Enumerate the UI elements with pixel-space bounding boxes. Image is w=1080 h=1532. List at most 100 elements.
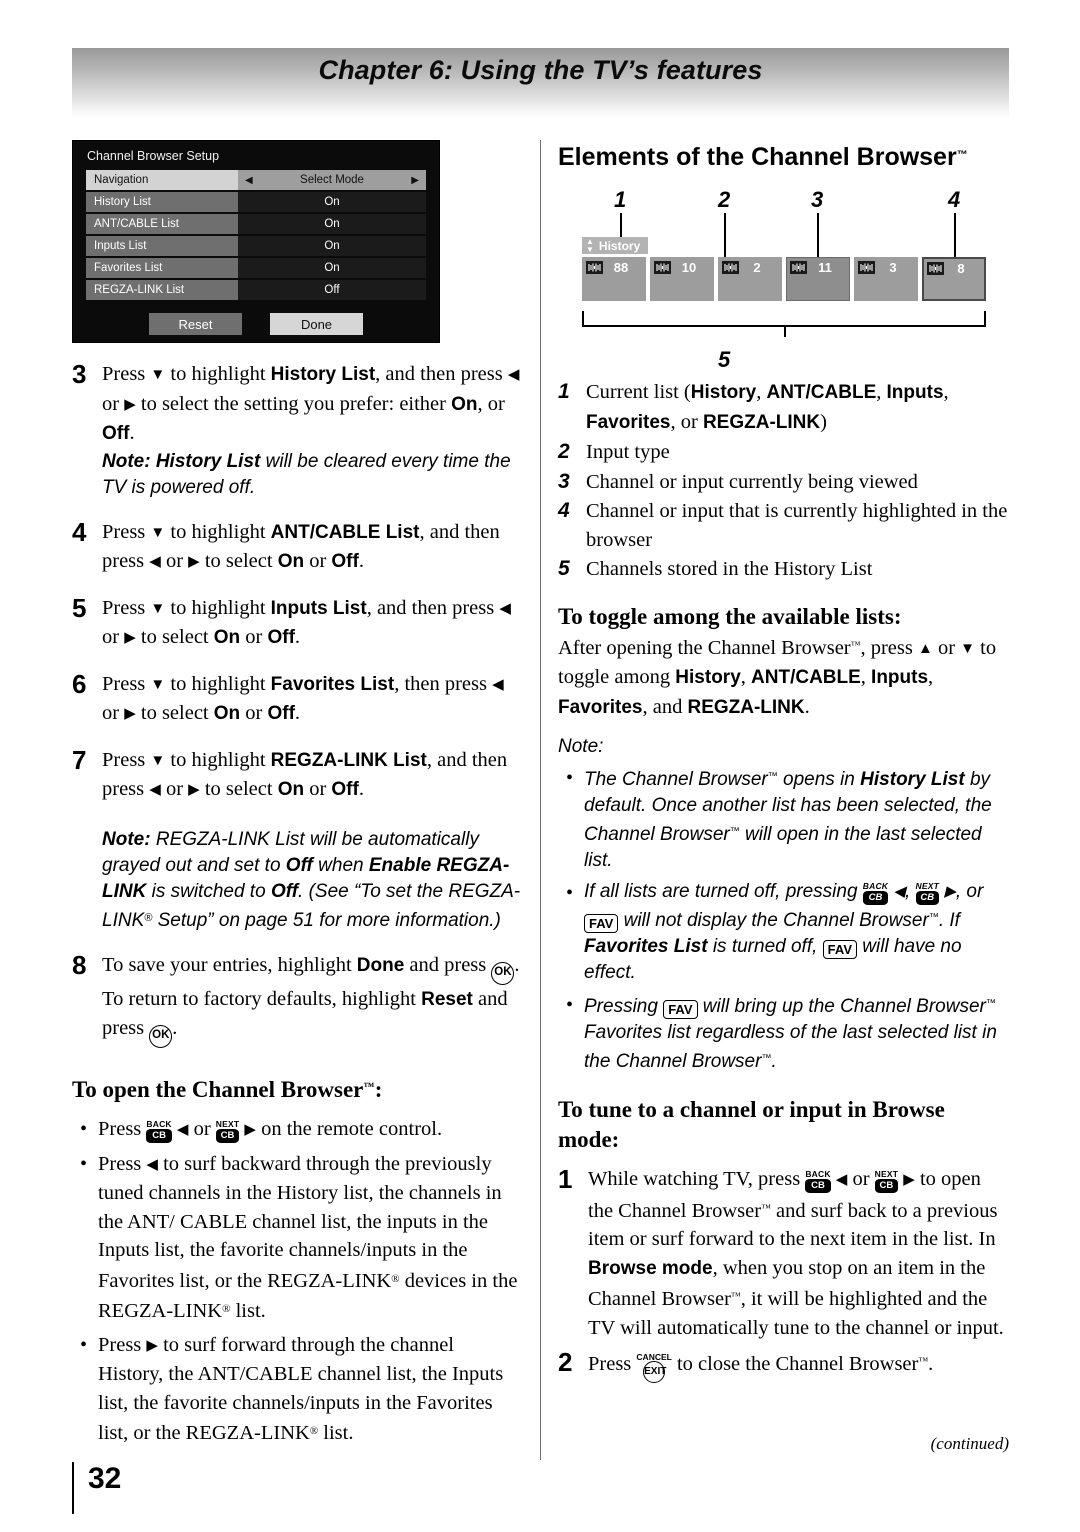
osd-value-text: Select Mode [300, 174, 364, 186]
list-item: • Press ▶ to surf forward through the ch… [72, 1331, 524, 1448]
osd-title: Channel Browser Setup [87, 149, 220, 163]
osd-row-ant-cable-list[interactable]: ANT/CABLE List On [86, 214, 426, 234]
element-number: 5 [558, 557, 570, 580]
bullet-icon: • [566, 994, 574, 1016]
trademark-icon: ™ [363, 1081, 375, 1093]
osd-row-navigation[interactable]: Navigation ◀ Select Mode ▶ [86, 170, 426, 190]
history-list-brace [582, 311, 986, 337]
osd-row-inputs-list[interactable]: Inputs List On [86, 236, 426, 256]
step-text: Press ▼ to highlight Favorites List, the… [102, 672, 504, 725]
left-arrow-icon[interactable]: ◀ [245, 175, 253, 186]
element-text: Current list (History, ANT/CABLE, Inputs… [586, 381, 949, 433]
trademark-icon: ™ [956, 149, 969, 161]
osd-label: ANT/CABLE List [86, 214, 238, 234]
channel-tile-currently-viewed[interactable]: 11 [786, 257, 850, 301]
heading-text: To open the Channel Browser [72, 1077, 364, 1102]
bullet-icon: • [80, 1333, 88, 1356]
brace-center-stem [784, 325, 786, 337]
list-item: • The Channel Browser™ opens in History … [558, 764, 1010, 874]
osd-value[interactable]: On [238, 192, 426, 212]
element-number: 3 [558, 469, 570, 493]
list-item: • If all lists are turned off, pressing … [558, 879, 1010, 986]
bullet-text: Press ▶ to surf forward through the chan… [98, 1333, 504, 1445]
osd-label: REGZA-LINK List [86, 280, 238, 300]
callout-4: 4 [948, 187, 961, 212]
step-text: Press CANCEL EXIT to close the Channel Br… [588, 1348, 1010, 1383]
callout-1: 1 [614, 187, 627, 212]
left-column: Channel Browser Setup Navigation ◀ Selec… [72, 140, 524, 1448]
callout-leader-3 [817, 213, 819, 261]
osd-label: Navigation [86, 170, 238, 190]
step-3: 3 Press ▼ to highlight History List, and… [72, 360, 524, 501]
osd-label: Inputs List [86, 236, 238, 256]
channel-browser-setup-screenshot: Channel Browser Setup Navigation ◀ Selec… [72, 140, 440, 343]
step-number: 2 [558, 1347, 573, 1377]
callout-2: 2 [718, 187, 731, 212]
step-text: Press ▼ to highlight ANT/CABLE List, and… [102, 520, 500, 573]
list-item: • Pressing FAV will bring up the Channel… [558, 991, 1010, 1075]
tune-step-2: 2 Press CANCEL EXIT to close the Channel … [558, 1348, 1010, 1383]
channel-tile[interactable]: 3 [854, 257, 918, 301]
element-5: 5 Channels stored in the History List [558, 555, 1010, 584]
tune-browse-mode-heading: To tune to a channel or input in Browse … [558, 1097, 945, 1152]
continued-label: (continued) [930, 1434, 1009, 1453]
callout-leader-1 [620, 213, 622, 237]
osd-value[interactable]: On [238, 236, 426, 256]
done-button[interactable]: Done [270, 313, 363, 335]
brace-left-tick [582, 311, 584, 327]
channel-number: 11 [818, 260, 832, 275]
callout-3: 3 [811, 187, 824, 212]
channel-tile[interactable]: 10 [650, 257, 714, 301]
step-7: 7 Press ▼ to highlight REGZA-LINK List, … [72, 746, 524, 805]
callout-leader-2 [724, 213, 726, 261]
channel-tile-highlighted[interactable]: 8 [922, 257, 986, 301]
heading-text: Elements of the Channel Browser [558, 143, 957, 171]
step-text: To save your entries, highlight Done and… [102, 951, 524, 1048]
osd-value[interactable]: On [238, 258, 426, 278]
regza-link-note: Note: REGZA-LINK List will be automatica… [102, 828, 521, 931]
step-6: 6 Press ▼ to highlight Favorites List, t… [72, 670, 524, 729]
bullet-icon: • [80, 1152, 88, 1175]
heading-colon: : [374, 1077, 383, 1102]
elements-heading: Elements of the Channel Browser™ [558, 140, 1010, 173]
osd-row-history-list[interactable]: History List On [86, 192, 426, 212]
tune-step-1: 1 While watching TV, press BACK CB ◀ or N… [558, 1165, 1010, 1342]
bullet-icon: • [566, 882, 574, 904]
element-4: 4 Channel or input that is currently hig… [558, 497, 1010, 554]
channel-tile[interactable]: 88 [582, 257, 646, 301]
element-number: 2 [558, 440, 570, 463]
element-text: Channel or input currently being viewed [586, 470, 918, 493]
callout-5: 5 [718, 347, 731, 372]
osd-label: History List [86, 192, 238, 212]
open-channel-browser-heading: To open the Channel Browser™: [72, 1072, 524, 1105]
channel-tile-row: 88 10 2 11 3 8 [582, 257, 986, 301]
element-number: 1 [558, 380, 570, 403]
step-text: Press ▼ to highlight History List, and t… [102, 360, 524, 501]
channel-number: 2 [753, 260, 761, 275]
step-number: 3 [72, 359, 87, 389]
osd-value[interactable]: On [238, 214, 426, 234]
right-arrow-icon[interactable]: ▶ [411, 175, 419, 186]
bullet-icon: • [566, 767, 574, 789]
bullet-icon: • [80, 1118, 88, 1140]
osd-row-regza-link-list[interactable]: REGZA-LINK List Off [86, 280, 426, 300]
element-3: 3 Channel or input currently being viewe… [558, 468, 1010, 497]
osd-row-list: Navigation ◀ Select Mode ▶ History List … [73, 170, 439, 335]
step-number: 8 [72, 949, 87, 980]
channel-tile[interactable]: 2 [718, 257, 782, 301]
reset-button[interactable]: Reset [149, 313, 242, 335]
toggle-lists-body: After opening the Channel Browser™, pres… [558, 636, 997, 718]
up-down-arrows-icon: ▲ ▼ [586, 236, 594, 254]
step-note: Note: History List will be cleared every… [102, 450, 511, 498]
osd-value[interactable]: ◀ Select Mode ▶ [238, 170, 426, 190]
step-number: 6 [72, 668, 87, 699]
element-1: 1 Current list (History, ANT/CABLE, Inpu… [558, 378, 1010, 437]
bullet-text: The Channel Browser™ opens in History Li… [584, 769, 992, 871]
osd-value[interactable]: Off [238, 280, 426, 300]
list-name: History [598, 238, 641, 253]
osd-row-favorites-list[interactable]: Favorites List On [86, 258, 426, 278]
bullet-text: Press BACK CB ◀ or NEXT CB ▶ on the remote… [98, 1118, 443, 1143]
step-4: 4 Press ▼ to highlight ANT/CABLE List, a… [72, 518, 524, 577]
page-number-rule [72, 1462, 74, 1514]
channel-number: 88 [613, 260, 629, 275]
